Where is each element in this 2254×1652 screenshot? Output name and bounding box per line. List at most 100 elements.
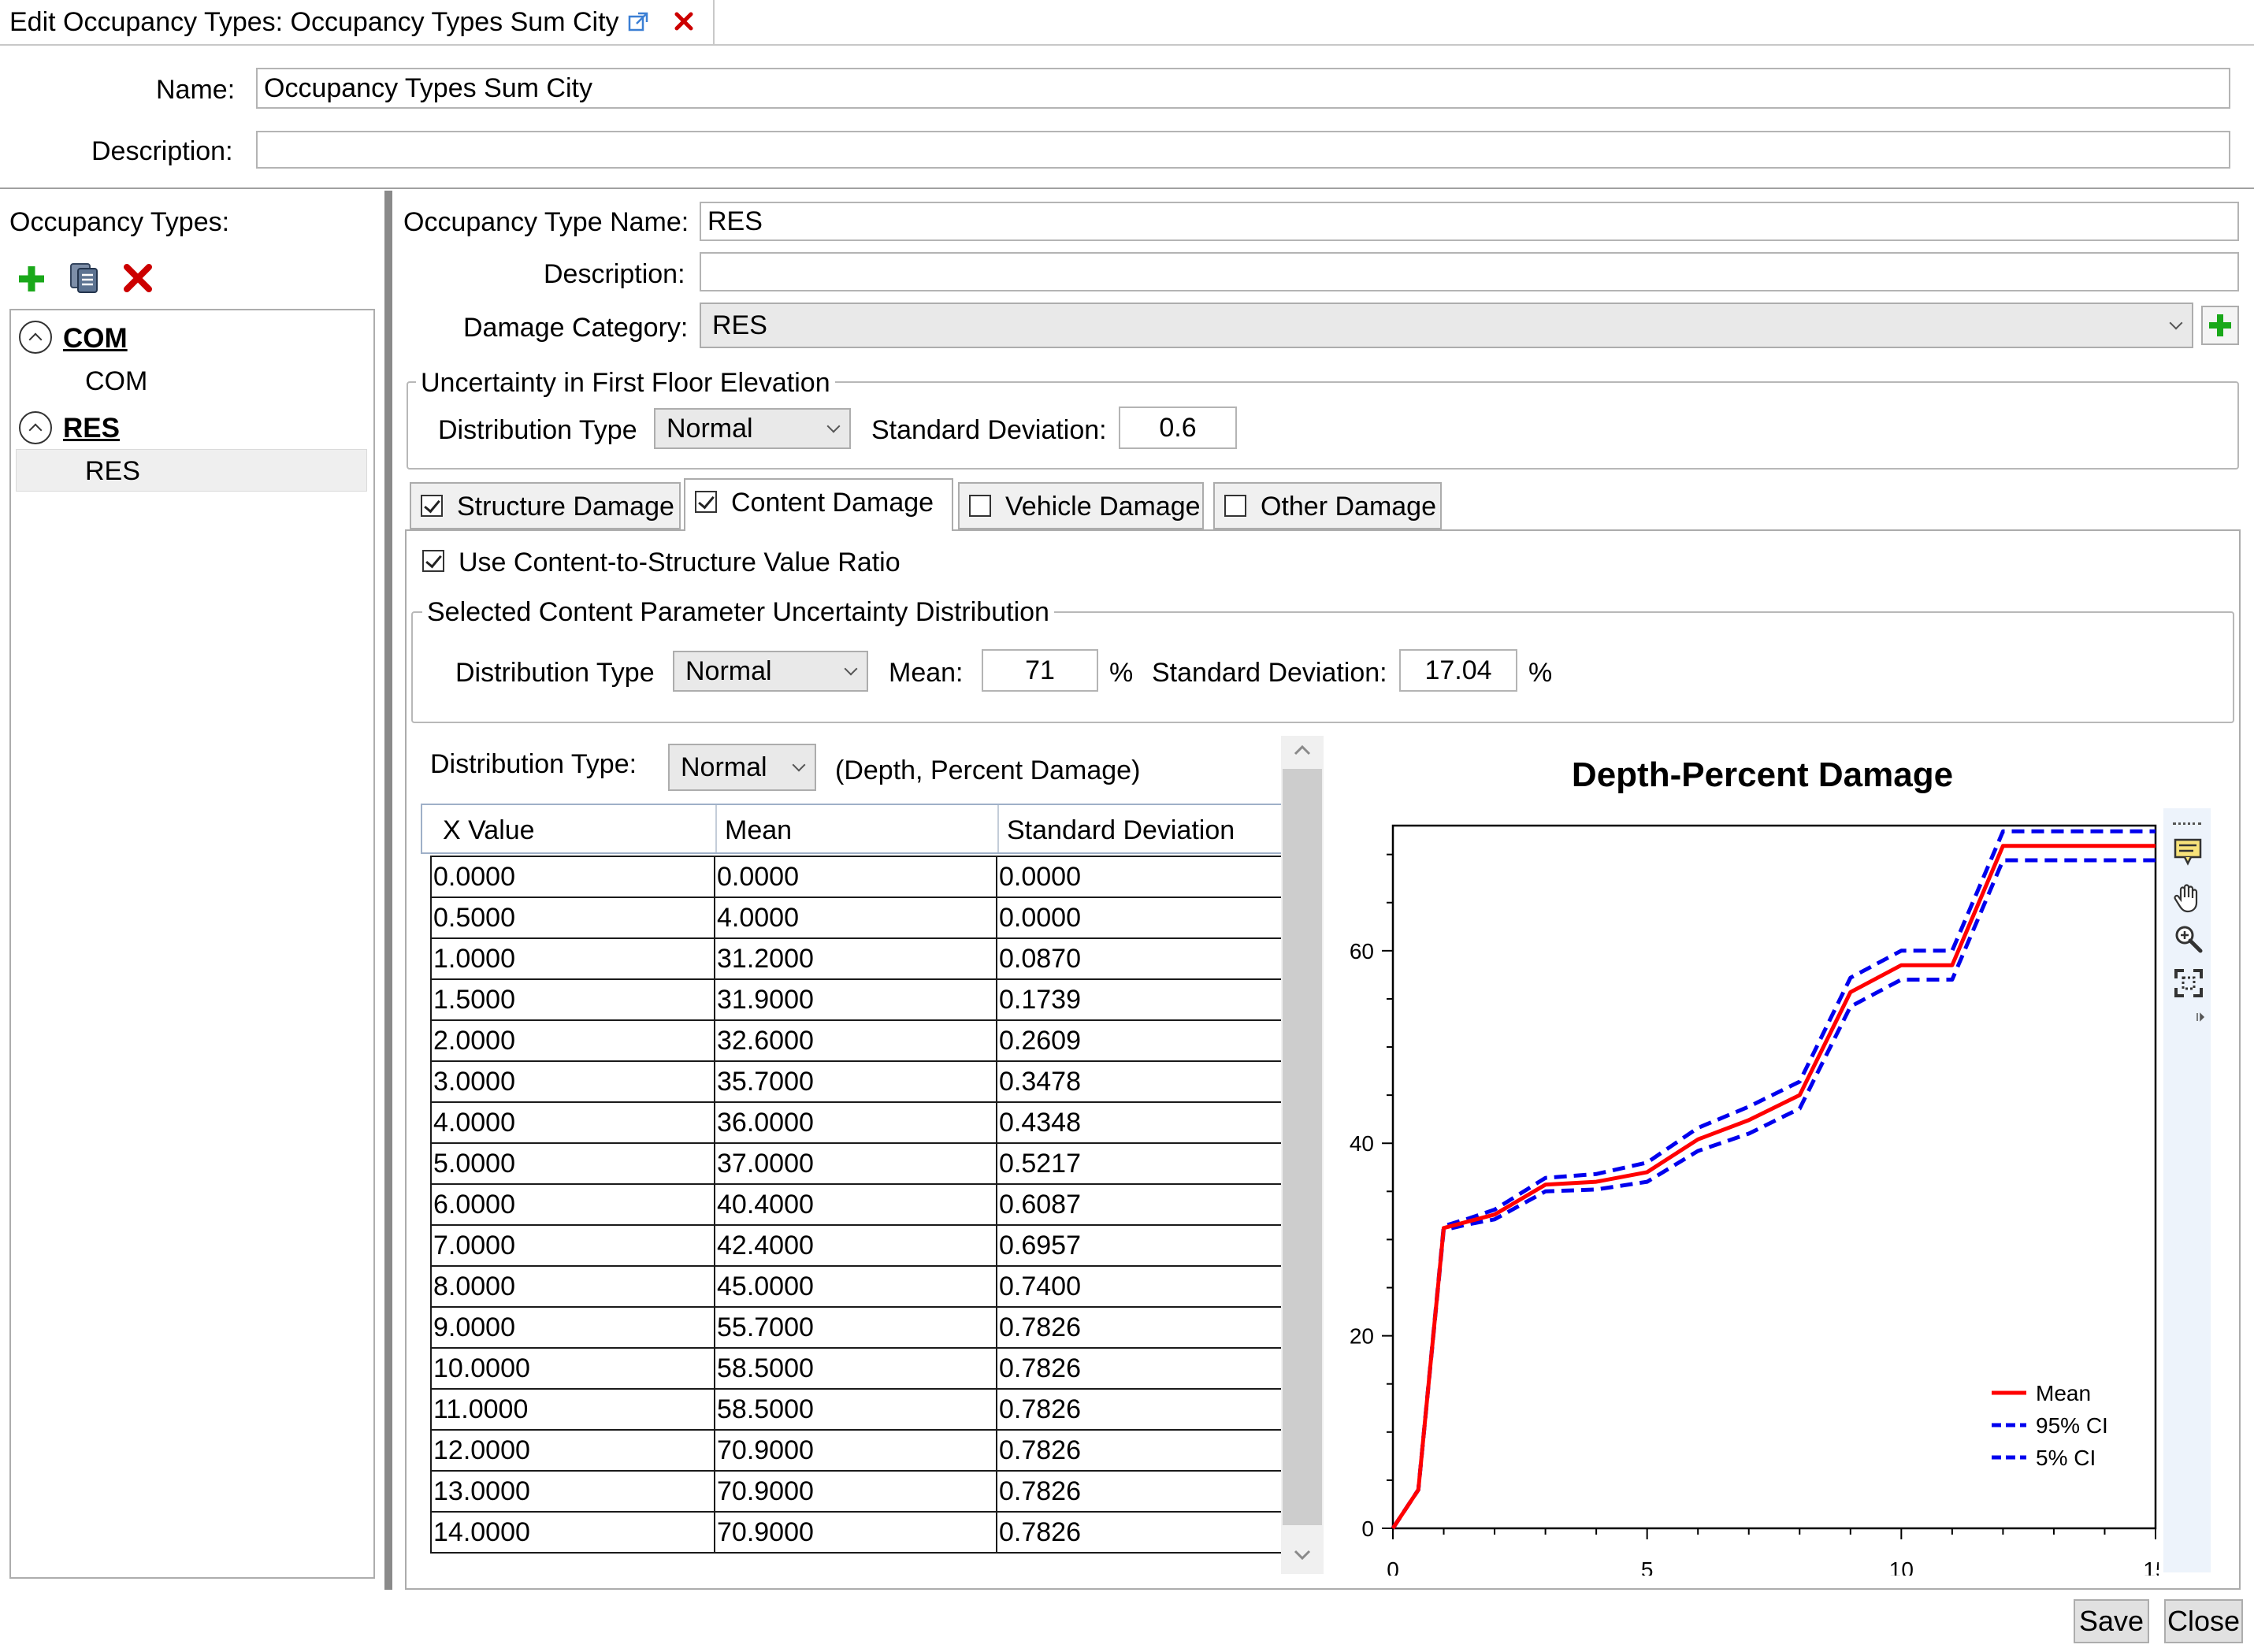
com-collapse-toggle[interactable] (19, 321, 52, 354)
table-row[interactable]: 7.0000 42.4000 0.6957 (430, 1224, 1283, 1267)
close-tab-icon[interactable] (674, 11, 694, 32)
table-row[interactable]: 5.0000 37.0000 0.5217 (430, 1142, 1283, 1185)
description-field[interactable] (256, 131, 2230, 169)
scroll-down-icon[interactable] (1292, 1547, 1313, 1563)
tree-item-res-selected[interactable] (16, 449, 367, 492)
close-button[interactable]: Close (2164, 1599, 2243, 1643)
cell-mean[interactable]: 70.9000 (714, 1429, 997, 1472)
cell-mean[interactable]: 32.6000 (714, 1019, 997, 1062)
cell-standard-deviation[interactable]: 0.0000 (996, 856, 1283, 898)
tree-item-res[interactable]: RES (85, 455, 140, 487)
cell-x-value[interactable]: 14.0000 (430, 1511, 715, 1554)
cell-standard-deviation[interactable]: 0.6087 (996, 1183, 1283, 1226)
cell-x-value[interactable]: 8.0000 (430, 1265, 715, 1308)
panel-splitter[interactable] (384, 191, 392, 1590)
ffe-dist-dropdown[interactable]: Normal (654, 408, 851, 449)
table-row[interactable]: 11.0000 58.5000 0.7826 (430, 1388, 1283, 1431)
grid-scrollbar[interactable] (1281, 736, 1324, 1574)
content-dist-dropdown[interactable]: Normal (673, 651, 868, 692)
structure-damage-checkbox[interactable] (421, 495, 443, 517)
table-row[interactable]: 12.0000 70.9000 0.7826 (430, 1429, 1283, 1472)
cell-x-value[interactable]: 4.0000 (430, 1101, 715, 1144)
cell-standard-deviation[interactable]: 0.7400 (996, 1265, 1283, 1308)
cell-x-value[interactable]: 2.0000 (430, 1019, 715, 1062)
cell-mean[interactable]: 70.9000 (714, 1470, 997, 1513)
scrollbar-thumb[interactable] (1283, 769, 1322, 1525)
cell-standard-deviation[interactable]: 0.7826 (996, 1306, 1283, 1349)
copy-icon[interactable] (68, 262, 101, 295)
delete-icon[interactable] (123, 263, 153, 293)
cell-x-value[interactable]: 0.5000 (430, 897, 715, 939)
pan-hand-icon[interactable] (2173, 882, 2203, 914)
cell-standard-deviation[interactable]: 0.1739 (996, 978, 1283, 1021)
curve-dist-dropdown[interactable]: Normal (668, 744, 816, 791)
table-row[interactable]: 2.0000 32.6000 0.2609 (430, 1019, 1283, 1062)
cell-mean[interactable]: 58.5000 (714, 1347, 997, 1390)
cell-standard-deviation[interactable]: 0.0000 (996, 897, 1283, 939)
scroll-up-icon[interactable] (1292, 742, 1313, 758)
column-divider[interactable] (715, 805, 717, 852)
cell-mean[interactable]: 36.0000 (714, 1101, 997, 1144)
cell-x-value[interactable]: 9.0000 (430, 1306, 715, 1349)
cell-x-value[interactable]: 12.0000 (430, 1429, 715, 1472)
cell-mean[interactable]: 40.4000 (714, 1183, 997, 1226)
content-damage-checkbox[interactable] (695, 491, 717, 513)
cell-mean[interactable]: 70.9000 (714, 1511, 997, 1554)
cell-x-value[interactable]: 0.0000 (430, 856, 715, 898)
cell-mean[interactable]: 31.9000 (714, 978, 997, 1021)
cell-x-value[interactable]: 10.0000 (430, 1347, 715, 1390)
table-row[interactable]: 1.0000 31.2000 0.0870 (430, 937, 1283, 980)
cell-standard-deviation[interactable]: 0.2609 (996, 1019, 1283, 1062)
tab-content-damage[interactable]: Content Damage (684, 478, 953, 531)
cell-standard-deviation[interactable]: 0.7826 (996, 1511, 1283, 1554)
tree-group-res[interactable]: RES (63, 413, 120, 444)
name-field[interactable]: Occupancy Types Sum City (256, 68, 2230, 109)
cell-mean[interactable]: 4.0000 (714, 897, 997, 939)
cell-standard-deviation[interactable]: 0.4348 (996, 1101, 1283, 1144)
column-header-sd[interactable]: Standard Deviation (1007, 815, 1235, 846)
use-ratio-label[interactable]: Use Content-to-Structure Value Ratio (459, 547, 900, 578)
tree-item-com[interactable]: COM (85, 366, 147, 397)
cell-mean[interactable]: 31.2000 (714, 937, 997, 980)
cell-x-value[interactable]: 7.0000 (430, 1224, 715, 1267)
add-damage-category-button[interactable] (2201, 306, 2239, 345)
cell-standard-deviation[interactable]: 0.3478 (996, 1060, 1283, 1103)
cell-mean[interactable]: 58.5000 (714, 1388, 997, 1431)
cell-standard-deviation[interactable]: 0.7826 (996, 1347, 1283, 1390)
other-damage-checkbox[interactable] (1224, 495, 1246, 517)
table-row[interactable]: 10.0000 58.5000 0.7826 (430, 1347, 1283, 1390)
use-ratio-checkbox[interactable] (422, 550, 444, 572)
vehicle-damage-checkbox[interactable] (969, 495, 991, 517)
cell-x-value[interactable]: 11.0000 (430, 1388, 715, 1431)
tab-vehicle-damage[interactable]: Vehicle Damage (958, 482, 1204, 529)
cell-x-value[interactable]: 1.5000 (430, 978, 715, 1021)
cell-mean[interactable]: 42.4000 (714, 1224, 997, 1267)
cell-x-value[interactable]: 1.0000 (430, 937, 715, 980)
table-row[interactable]: 14.0000 70.9000 0.7826 (430, 1511, 1283, 1554)
cell-standard-deviation[interactable]: 0.7826 (996, 1388, 1283, 1431)
cell-x-value[interactable]: 6.0000 (430, 1183, 715, 1226)
cell-mean[interactable]: 0.0000 (714, 856, 997, 898)
occ-name-field[interactable]: RES (700, 202, 2239, 241)
zoom-extents-icon[interactable] (2173, 967, 2204, 999)
save-button[interactable]: Save (2074, 1599, 2149, 1643)
cell-mean[interactable]: 35.7000 (714, 1060, 997, 1103)
table-row[interactable]: 8.0000 45.0000 0.7400 (430, 1265, 1283, 1308)
annotation-icon[interactable] (2173, 837, 2203, 867)
table-row[interactable]: 9.0000 55.7000 0.7826 (430, 1306, 1283, 1349)
zoom-icon[interactable] (2173, 923, 2204, 955)
res-collapse-toggle[interactable] (19, 411, 52, 444)
ffe-sd-field[interactable]: 0.6 (1119, 407, 1237, 449)
column-divider[interactable] (997, 805, 999, 852)
table-row[interactable]: 0.0000 0.0000 0.0000 (430, 856, 1283, 898)
occ-description-field[interactable] (700, 252, 2239, 291)
tab-other-damage[interactable]: Other Damage (1213, 482, 1442, 529)
table-row[interactable]: 13.0000 70.9000 0.7826 (430, 1470, 1283, 1513)
tab-structure-damage[interactable]: Structure Damage (410, 482, 681, 529)
cell-standard-deviation[interactable]: 0.5217 (996, 1142, 1283, 1185)
column-header-mean[interactable]: Mean (725, 815, 792, 846)
cell-standard-deviation[interactable]: 0.7826 (996, 1429, 1283, 1472)
add-icon[interactable] (16, 263, 47, 295)
tree-group-com[interactable]: COM (63, 323, 128, 355)
table-row[interactable]: 3.0000 35.7000 0.3478 (430, 1060, 1283, 1103)
